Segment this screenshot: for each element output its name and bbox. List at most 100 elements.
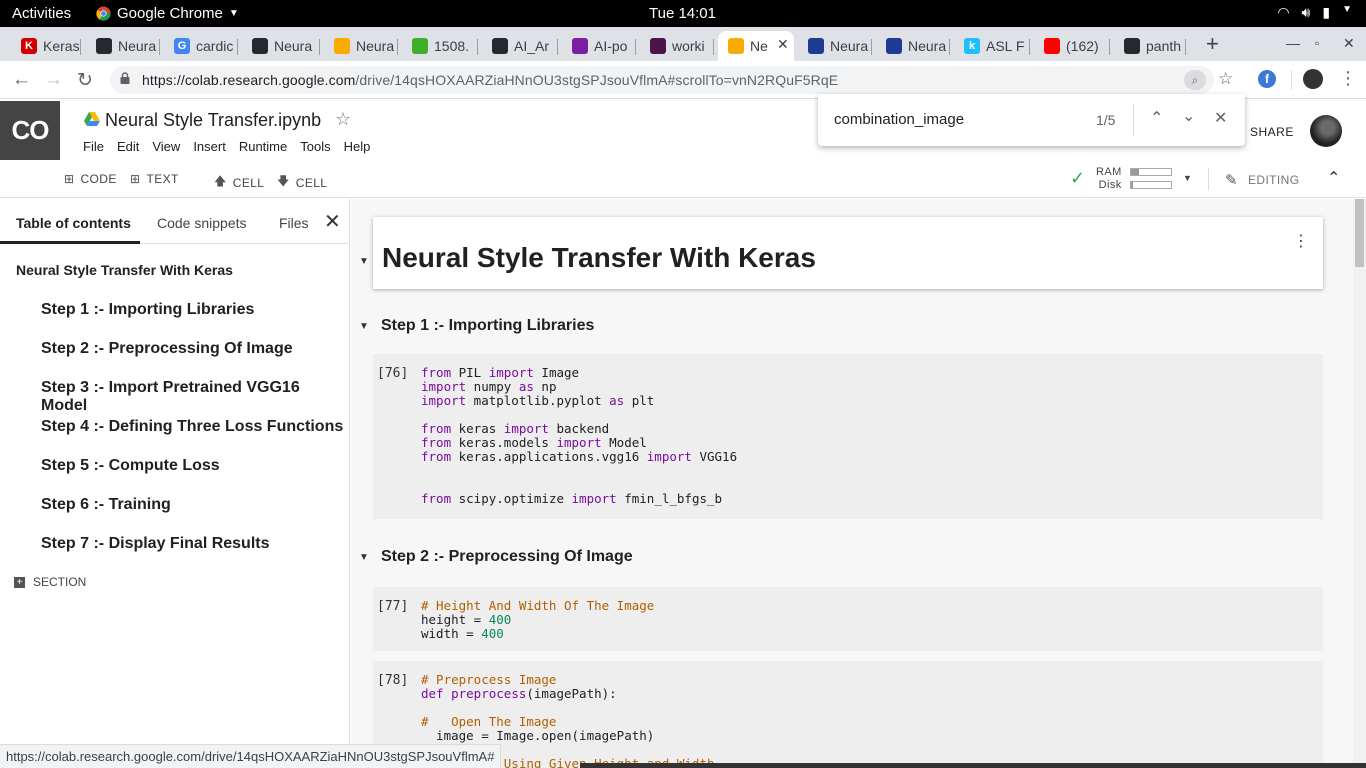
toc-item[interactable]: Step 3 :- Import Pretrained VGG16 Model [41,379,349,415]
activities-button[interactable]: Activities [12,5,71,22]
next-match-icon[interactable]: ⌄ [1182,106,1195,126]
editing-label: EDITING [1247,173,1300,187]
browser-tab[interactable]: AI-po [562,31,636,61]
menu-bar: File Edit View Insert Runtime Tools Help [83,139,383,154]
collapse-caret-icon[interactable]: ▼ [359,256,369,267]
browser-tab[interactable]: k ASL F [954,31,1030,61]
active-tab-indicator [0,241,140,244]
tab-title: panth [1146,38,1182,54]
notebook-title[interactable]: Neural Style Transfer.ipynb [105,110,321,131]
tab-title: worki [672,38,705,54]
wifi-icon: ◠ [1277,4,1290,20]
toc-item[interactable]: Step 5 :- Compute Loss [41,457,220,475]
tab-title: Keras [43,38,80,54]
ram-usage-bar[interactable] [1130,168,1172,176]
battery-icon: ▮ [1322,4,1331,20]
close-tab-icon[interactable]: ✕ [777,36,789,53]
move-cell-up-button[interactable]: 🡅 CELL [214,172,264,193]
browser-tab[interactable]: Neura [324,31,398,61]
collapse-header-icon[interactable]: ⌃ [1327,168,1341,188]
menu-file[interactable]: File [83,139,104,154]
browser-tab[interactable]: Gcardic [164,31,238,61]
omnibox[interactable]: https://colab.research.google.com/drive/… [110,66,1233,94]
add-section-label: SECTION [33,575,87,589]
github-icon [252,38,268,54]
browser-tab[interactable]: panth [1114,31,1186,61]
horizontal-scrollbar[interactable] [580,763,1366,768]
find-input[interactable]: combination_image [834,111,964,128]
code-editor[interactable]: from PIL import Image import numpy as np… [421,366,737,506]
app-menu[interactable]: Google Chrome ▼ [96,5,239,22]
toc-item[interactable]: Step 6 :- Training [41,496,171,514]
find-in-page-icon[interactable]: ⌕ [1184,70,1206,90]
profile-avatar[interactable] [1303,69,1323,89]
menu-edit[interactable]: Edit [117,139,139,154]
bookmark-star-icon[interactable]: ☆ [1218,69,1233,89]
code-cell[interactable]: [77] # Height And Width Of The Image hei… [373,587,1323,651]
menu-tools[interactable]: Tools [300,139,330,154]
tab-code-snippets[interactable]: Code snippets [157,215,247,231]
editing-mode-button[interactable]: ✎ EDITING [1225,171,1299,189]
star-icon[interactable]: ☆ [335,109,351,130]
notebook-area: ▼ Neural Style Transfer With Keras ⋮ ▼ S… [351,199,1353,768]
browser-tab[interactable]: worki [640,31,714,61]
menu-view[interactable]: View [152,139,180,154]
sidebar-tabs: Table of contents Code snippets Files ✕ [0,199,350,244]
collapse-caret-icon[interactable]: ▼ [359,321,369,332]
extension-icon[interactable]: f [1258,70,1276,88]
reload-button[interactable]: ↻ [77,69,93,92]
tab-table-of-contents[interactable]: Table of contents [16,215,131,231]
vertical-scrollbar[interactable] [1353,199,1366,768]
resources-dropdown-icon[interactable]: ▼ [1183,173,1192,183]
browser-tab[interactable]: (162) [1034,31,1110,61]
add-code-button[interactable]: ⊞ CODE [64,172,117,186]
github-icon [492,38,508,54]
toc-item[interactable]: Neural Style Transfer With Keras [16,262,233,278]
forward-button[interactable]: → [44,69,63,91]
code-cell[interactable]: [78] # Preprocess Image def preprocess(i… [373,661,1323,768]
code-editor[interactable]: # Height And Width Of The Image height =… [421,599,654,641]
system-tray[interactable]: ◠ 🔊︎ ▮ ▼ [1277,4,1352,21]
close-find-icon[interactable]: ✕ [1214,108,1227,128]
title-text-cell[interactable]: Neural Style Transfer With Keras ⋮ [373,217,1323,289]
move-cell-down-button[interactable]: 🡇 CELL [277,172,327,193]
site-favicon-icon: G [174,38,190,54]
new-tab-button[interactable]: + [1206,31,1219,57]
browser-tab[interactable]: Neura [798,31,872,61]
browser-tab[interactable]: Neura [86,31,160,61]
chrome-menu-icon[interactable]: ⋮ [1339,68,1357,89]
code-cell[interactable]: [76] from PIL import Image import numpy … [373,354,1323,519]
close-window-icon[interactable]: ✕ [1343,35,1355,52]
maximize-icon[interactable]: ▫ [1315,36,1319,50]
caret-down-icon: ▼ [228,8,239,19]
menu-help[interactable]: Help [344,139,371,154]
share-button[interactable]: SHARE [1250,125,1294,139]
disk-usage-bar[interactable] [1130,181,1172,189]
collapse-caret-icon[interactable]: ▼ [359,552,369,563]
add-text-button[interactable]: ⊞ TEXT [130,172,179,186]
menu-insert[interactable]: Insert [193,139,226,154]
toc-item[interactable]: Step 4 :- Defining Three Loss Functions [41,418,343,436]
cell-more-icon[interactable]: ⋮ [1293,231,1309,251]
tab-files[interactable]: Files [279,215,309,231]
scrollbar-thumb[interactable] [1355,199,1364,267]
toc-item[interactable]: Step 2 :- Preprocessing Of Image [41,340,293,358]
toc-item[interactable]: Step 1 :- Importing Libraries [41,301,254,319]
colab-logo[interactable]: CO [0,101,60,160]
browser-tab[interactable]: AI_Ar [482,31,558,61]
clock[interactable]: Tue 14:01 [649,5,716,22]
notebook-toolbar: ⊞ CODE ⊞ TEXT 🡅 CELL 🡇 CELL ✓ RAM Disk ▼ ✎ ED… [0,160,1366,198]
account-avatar[interactable] [1310,115,1342,147]
menu-runtime[interactable]: Runtime [239,139,287,154]
plus-icon: ⊞ [64,172,75,186]
back-button[interactable]: ← [12,69,31,91]
add-section-button[interactable]: + SECTION [14,575,86,589]
toc-item[interactable]: Step 7 :- Display Final Results [41,535,270,553]
browser-tab[interactable]: Neura [242,31,320,61]
browser-tab[interactable]: Neura [876,31,950,61]
browser-tab[interactable]: K Keras [11,31,81,61]
minimize-icon[interactable]: — [1286,35,1300,51]
browser-tab[interactable]: 1508. [402,31,478,61]
previous-match-icon[interactable]: ⌃ [1150,108,1163,128]
close-sidebar-icon[interactable]: ✕ [324,209,341,234]
